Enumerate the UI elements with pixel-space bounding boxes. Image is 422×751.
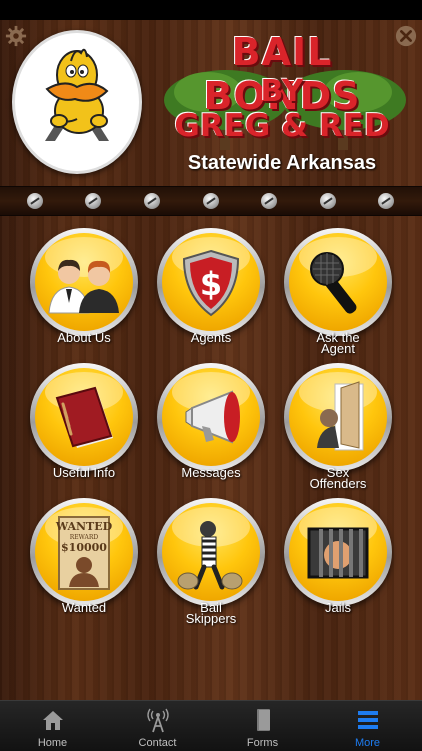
- svg-text:REWARD: REWARD: [70, 534, 99, 541]
- menu-item-label: Jails: [324, 600, 351, 615]
- screw-icon: [261, 193, 277, 209]
- people-icon: [48, 259, 119, 314]
- screw-icon: [203, 193, 219, 209]
- tab-forms[interactable]: Forms: [210, 701, 315, 751]
- title-line-3: GREG & RED: [174, 108, 390, 144]
- menu-item-label: Messages: [181, 465, 241, 480]
- tab-home[interactable]: Home: [0, 701, 105, 751]
- wanted-poster-icon: WANTED REWARD $10000: [55, 516, 113, 590]
- tab-label: Home: [37, 737, 68, 749]
- antenna-icon: [147, 708, 169, 733]
- screw-icon: [27, 193, 43, 209]
- screw-icon: [378, 193, 394, 209]
- megaphone-icon: [185, 390, 240, 444]
- door-peek-icon: [317, 381, 364, 451]
- robber-icon: [177, 521, 243, 590]
- tab-label: Forms: [246, 737, 279, 749]
- menu-item-label: Sex Offenders: [309, 465, 367, 491]
- menu-item-label: Wanted: [61, 600, 107, 615]
- microphone-icon: [310, 252, 357, 314]
- menu-item-label: Ask the Agent: [316, 330, 360, 356]
- book-icon: [257, 709, 270, 731]
- screw-icon: [320, 193, 336, 209]
- hamburger-icon: [358, 711, 378, 729]
- screw-bar: [0, 186, 422, 216]
- tab-label: Contact: [138, 737, 177, 749]
- svg-text:$10000: $10000: [61, 541, 107, 554]
- subtitle: Statewide Arkansas: [187, 152, 377, 174]
- jail-bars-icon: [307, 527, 369, 579]
- house-icon: [43, 711, 63, 730]
- tab-bar: Home Contact Forms More: [0, 700, 422, 751]
- menu-item-label: Bail Skippers: [185, 600, 237, 626]
- brand-title: BAIL BONDS BY GREG & RED Statewide Arkan…: [148, 24, 416, 184]
- screw-icon: [85, 193, 101, 209]
- menu-item-label: Agents: [190, 330, 232, 345]
- tab-label: More: [354, 737, 381, 749]
- title-line-2: BY: [260, 74, 304, 109]
- tab-contact[interactable]: Contact: [105, 701, 210, 751]
- svg-text:WANTED: WANTED: [55, 520, 113, 533]
- tab-more[interactable]: More: [315, 701, 420, 751]
- book-icon: [55, 386, 113, 448]
- dollar-shield-icon: $: [182, 249, 240, 317]
- duck-mascot-logo: [12, 30, 142, 174]
- svg-text:$: $: [200, 265, 222, 303]
- menu-item-label: Useful Info: [52, 465, 116, 480]
- menu-item-label: About Us: [57, 330, 111, 345]
- status-bar: [0, 0, 422, 20]
- screw-icon: [144, 193, 160, 209]
